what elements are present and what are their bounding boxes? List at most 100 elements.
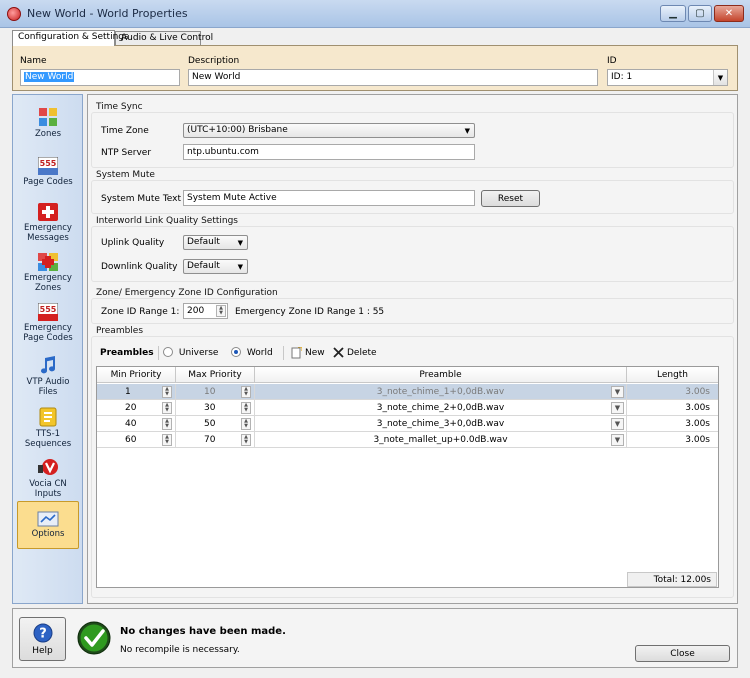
name-field[interactable]: New World: [20, 69, 180, 86]
uplink-quality-label: Uplink Quality: [101, 238, 165, 248]
world-radio[interactable]: World: [231, 347, 273, 358]
stepper-arrows-icon[interactable]: ▲ ▼: [241, 434, 251, 446]
maximize-button[interactable]: ▢: [688, 5, 712, 22]
table-row[interactable]: 1 ▲ ▼ 10 ▲ ▼ 3_note_chime_1+0,0dB.wav ▼ 3.00s: [97, 384, 718, 400]
stepper-arrows-icon[interactable]: ▲ ▼: [162, 402, 172, 414]
id-dropdown[interactable]: ID: 1 ▼: [607, 69, 728, 86]
emergency-page-codes-icon: 555: [38, 303, 58, 321]
zone-id-title: Zone/ Emergency Zone ID Configuration: [96, 288, 278, 298]
delete-preamble-button[interactable]: Delete: [333, 347, 377, 358]
sidebar-item-zones[interactable]: Zones: [17, 107, 79, 143]
max-priority-cell[interactable]: 50 ▲ ▼: [176, 416, 255, 432]
preamble-cell[interactable]: 3_note_mallet_up+0.0dB.wav ▼: [255, 432, 627, 448]
stepper-arrows-icon[interactable]: ▲ ▼: [241, 418, 251, 430]
stepper-arrows-icon[interactable]: ▲ ▼: [241, 402, 251, 414]
length-value: 3.00s: [685, 419, 710, 429]
max-priority-cell[interactable]: 10 ▲ ▼: [176, 384, 255, 400]
link-quality-title: Interworld Link Quality Settings: [96, 216, 238, 226]
chevron-down-icon[interactable]: ▼: [611, 386, 624, 398]
column-header-length[interactable]: Length: [627, 367, 718, 383]
sidebar-item-emergency-messages[interactable]: Emergency Messages: [17, 203, 79, 247]
radio-icon: [163, 347, 173, 357]
stepper-arrows-icon[interactable]: ▲ ▼: [241, 386, 251, 398]
column-header-preamble[interactable]: Preamble: [255, 367, 627, 383]
description-field[interactable]: New World: [188, 69, 598, 86]
toolbar-divider: [283, 346, 284, 360]
max-priority-cell[interactable]: 30 ▲ ▼: [176, 400, 255, 416]
uplink-quality-dropdown[interactable]: Default ▼: [183, 235, 248, 250]
length-value: 3.00s: [685, 387, 710, 397]
universe-radio[interactable]: Universe: [163, 347, 218, 358]
chevron-down-icon: ▼: [464, 127, 470, 135]
sidebar-item-page-codes[interactable]: 555 Page Codes: [17, 157, 79, 193]
max-priority-value: 50: [204, 419, 216, 429]
table-row[interactable]: 40 ▲ ▼ 50 ▲ ▼ 3_note_chime_3+0,0dB.wav ▼ 3.00…: [97, 416, 718, 432]
preamble-value: 3_note_chime_3+0,0dB.wav: [376, 419, 505, 429]
sidebar-item-label: Emergency Zones: [24, 273, 72, 293]
max-priority-value: 10: [204, 387, 216, 397]
universe-radio-label: Universe: [178, 347, 219, 358]
emergency-page-codes-icon-text: 555: [40, 305, 57, 314]
table-row[interactable]: 20 ▲ ▼ 30 ▲ ▼ 3_note_chime_2+0,0dB.wav ▼ 3.00…: [97, 400, 718, 416]
stepper-arrows-icon[interactable]: ▲ ▼: [162, 418, 172, 430]
sidebar-item-label: VTP Audio Files: [26, 377, 70, 397]
sidebar-item-emergency-zones[interactable]: Emergency Zones: [17, 253, 79, 297]
sidebar-item-vocia-cn-inputs[interactable]: Vocia CN Inputs: [17, 457, 79, 499]
time-zone-dropdown[interactable]: (UTC+10:00) Brisbane ▼: [183, 123, 475, 138]
check-status-icon: [77, 621, 111, 655]
min-priority-value: 20: [125, 403, 137, 413]
title-bar[interactable]: New World - World Properties ▁ ▢ ✕: [0, 0, 750, 28]
length-value: 3.00s: [685, 435, 710, 445]
min-priority-value: 60: [125, 435, 137, 445]
preamble-cell[interactable]: 3_note_chime_3+0,0dB.wav ▼: [255, 416, 627, 432]
new-preamble-button[interactable]: New: [291, 347, 325, 359]
min-priority-cell[interactable]: 20 ▲ ▼: [97, 400, 176, 416]
downlink-quality-dropdown[interactable]: Default ▼: [183, 259, 248, 274]
column-header-min-priority[interactable]: Min Priority: [97, 367, 176, 383]
sidebar-item-options[interactable]: Options: [17, 501, 79, 549]
chevron-down-icon: ▼: [713, 70, 727, 85]
min-priority-cell[interactable]: 1 ▲ ▼: [97, 384, 176, 400]
chevron-down-icon[interactable]: ▼: [611, 434, 624, 446]
close-button[interactable]: Close: [635, 645, 730, 662]
delete-label: Delete: [347, 347, 377, 358]
stepper-arrows-icon[interactable]: ▲ ▼: [162, 386, 172, 398]
tab-configuration-settings[interactable]: Configuration & Settings: [12, 30, 129, 46]
table-row[interactable]: 60 ▲ ▼ 70 ▲ ▼ 3_note_mallet_up+0.0dB.wav ▼ 3.…: [97, 432, 718, 448]
chevron-down-icon[interactable]: ▼: [611, 402, 624, 414]
ntp-server-field[interactable]: ntp.ubuntu.com: [183, 144, 475, 160]
stepper-arrows-icon[interactable]: ▲ ▼: [216, 305, 226, 317]
sidebar-item-label: Emergency Page Codes: [23, 323, 73, 343]
min-priority-cell[interactable]: 60 ▲ ▼: [97, 432, 176, 448]
new-label: New: [305, 348, 325, 358]
minimize-button[interactable]: ▁: [660, 5, 686, 22]
preamble-cell[interactable]: 3_note_chime_2+0,0dB.wav ▼: [255, 400, 627, 416]
ntp-server-label: NTP Server: [101, 148, 152, 158]
chevron-down-icon[interactable]: ▼: [611, 418, 624, 430]
reset-button[interactable]: Reset: [481, 190, 540, 207]
help-label: Help: [32, 645, 53, 656]
preamble-value: 3_note_chime_2+0,0dB.wav: [376, 403, 505, 413]
emergency-zone-range-text: Emergency Zone ID Range 1 : 55: [235, 307, 385, 317]
stepper-arrows-icon[interactable]: ▲ ▼: [162, 434, 172, 446]
preamble-cell[interactable]: 3_note_chime_1+0,0dB.wav ▼: [255, 384, 627, 400]
status-title: No changes have been made.: [120, 626, 286, 637]
svg-text:?: ?: [39, 626, 47, 641]
system-mute-text-field[interactable]: System Mute Active: [183, 190, 475, 206]
sidebar-item-vtp-audio-files[interactable]: VTP Audio Files: [17, 355, 79, 397]
zone-id-range-stepper[interactable]: 200 ▲ ▼: [183, 303, 228, 319]
vocia-cn-icon: [38, 459, 58, 475]
close-icon: ✕: [724, 7, 734, 19]
total-length: Total: 12.00s: [627, 572, 717, 587]
description-label: Description: [188, 56, 240, 66]
sidebar-item-tts-sequences[interactable]: TTS-1 Sequences: [17, 407, 79, 449]
close-window-button[interactable]: ✕: [714, 5, 744, 22]
max-priority-cell[interactable]: 70 ▲ ▼: [176, 432, 255, 448]
emergency-zones-icon: [38, 253, 58, 271]
min-priority-value: 40: [125, 419, 137, 429]
sidebar-item-emergency-page-codes[interactable]: 555 Emergency Page Codes: [17, 303, 79, 347]
help-button[interactable]: ? Help: [19, 617, 66, 661]
page-codes-icon: 555: [38, 157, 58, 175]
min-priority-cell[interactable]: 40 ▲ ▼: [97, 416, 176, 432]
column-header-max-priority[interactable]: Max Priority: [176, 367, 255, 383]
